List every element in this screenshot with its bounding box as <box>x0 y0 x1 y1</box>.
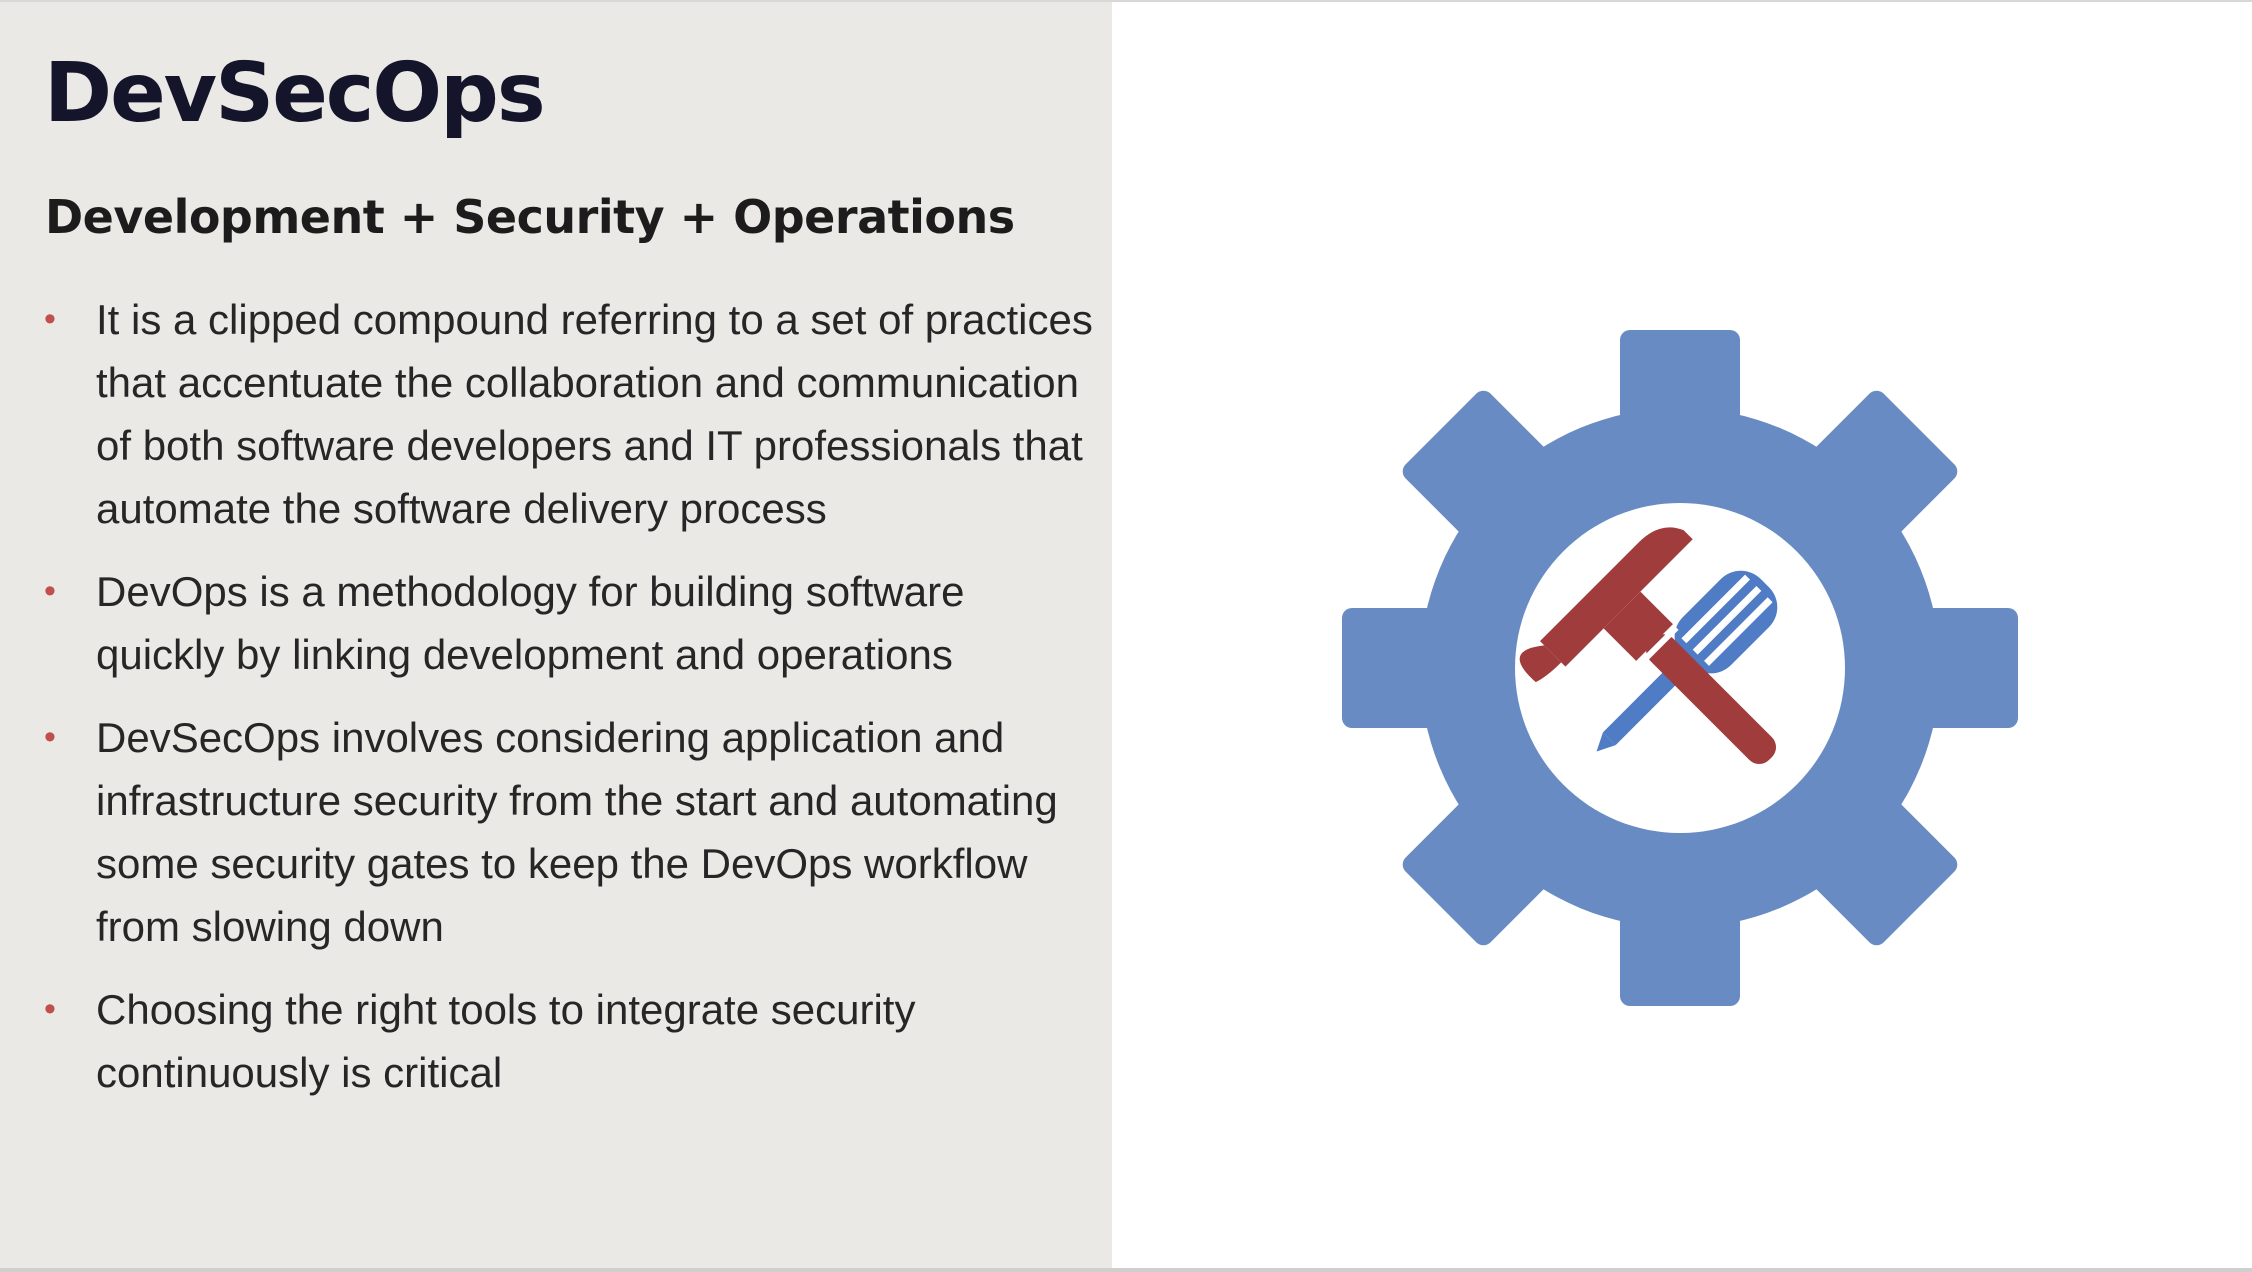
bullet-text: Choosing the right tools to integrate se… <box>96 986 916 1096</box>
text-panel: DevSecOps Development + Security + Opera… <box>0 2 1112 1270</box>
bullet-text: DevOps is a methodology for building sof… <box>96 568 965 678</box>
slide-subtitle: Development + Security + Operations <box>45 190 1015 244</box>
bullet-dot: • <box>44 300 56 338</box>
gear-with-tools-icon <box>1340 328 2020 1008</box>
bottom-border <box>0 1268 2252 1272</box>
bullet-dot: • <box>44 572 56 610</box>
bullet-item: • Choosing the right tools to integrate … <box>40 978 1100 1104</box>
bullet-item: • DevSecOps involves considering applica… <box>40 706 1100 958</box>
slide: DevSecOps Development + Security + Opera… <box>0 0 2252 1272</box>
bullet-item: • DevOps is a methodology for building s… <box>40 560 1100 686</box>
bullet-dot: • <box>44 990 56 1028</box>
slide-title: DevSecOps <box>44 46 546 141</box>
bullet-text: It is a clipped compound referring to a … <box>96 296 1093 532</box>
bullet-dot: • <box>44 718 56 756</box>
gear-icon <box>1342 330 2018 1006</box>
bullet-list: • It is a clipped compound referring to … <box>40 288 1100 1124</box>
bullet-text: DevSecOps involves considering applicati… <box>96 714 1058 950</box>
bullet-item: • It is a clipped compound referring to … <box>40 288 1100 540</box>
